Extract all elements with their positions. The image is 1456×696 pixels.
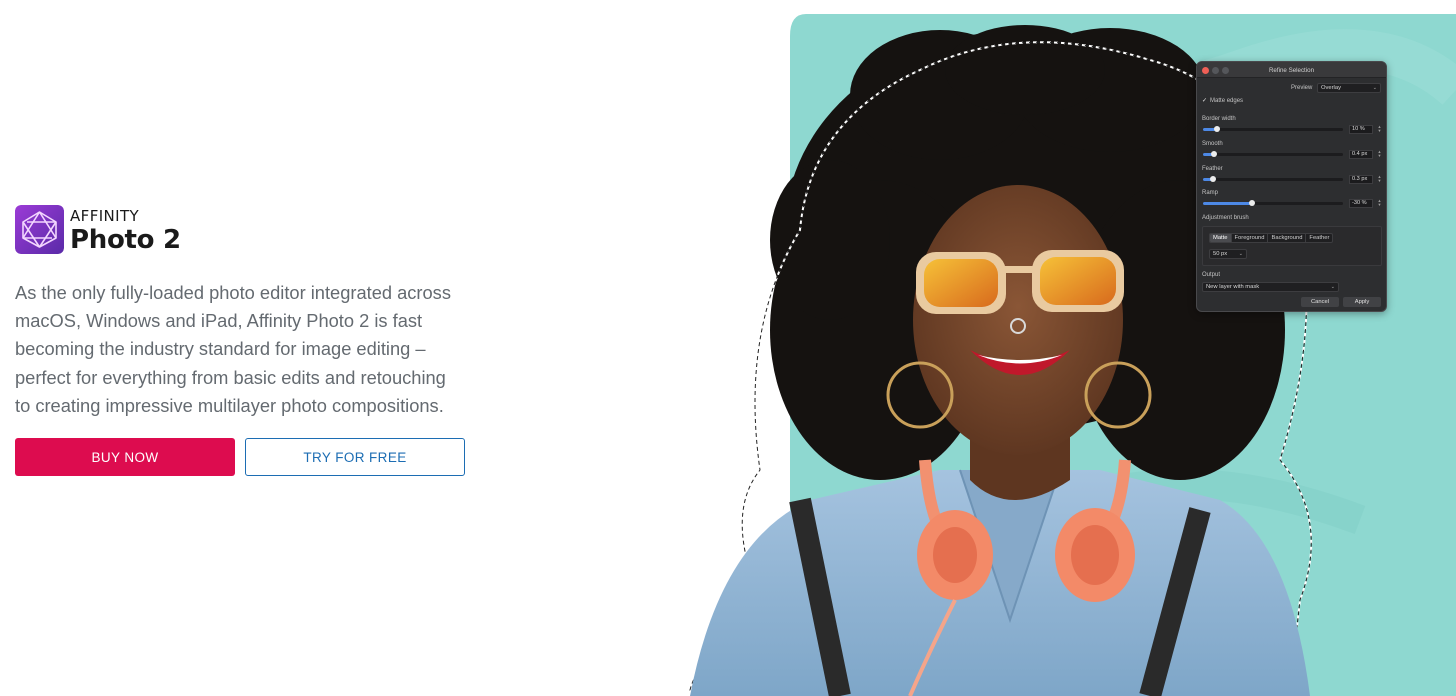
brush-size-dropdown[interactable]: 50 px ⌄ [1209, 249, 1247, 259]
checkmark-icon: ✓ [1202, 98, 1208, 104]
ramp-label: Ramp [1202, 190, 1219, 196]
adjustment-brush-label: Adjustment brush [1202, 215, 1249, 221]
logo-wordmark: AFFINITY Photo 2 [70, 207, 181, 253]
logo-brand: AFFINITY [70, 206, 140, 225]
brush-mode-background[interactable]: Background [1268, 234, 1307, 242]
try-for-free-button[interactable]: TRY FOR FREE [245, 438, 465, 476]
smooth-slider[interactable] [1203, 151, 1343, 157]
brush-size-value: 50 px [1213, 251, 1228, 257]
dialog-title-bar: Refine Selection [1197, 62, 1386, 78]
brush-mode-matte[interactable]: Matte [1210, 234, 1232, 242]
hero-description-line: becoming the industry standard for image… [15, 338, 426, 360]
adjustment-brush-panel: Matte Foreground Background Feather 50 p… [1202, 226, 1382, 266]
ramp-value[interactable]: -30 % [1349, 199, 1373, 208]
hero-description: As the only fully-loaded photo editor in… [15, 279, 475, 420]
stepper-down-icon[interactable]: ▼ [1378, 153, 1382, 158]
chevron-down-icon: ⌄ [1330, 284, 1335, 290]
ramp-slider[interactable] [1203, 200, 1343, 206]
feather-value[interactable]: 0.3 px [1349, 175, 1373, 184]
preview-dropdown[interactable]: Overlay ⌄ [1317, 83, 1381, 93]
output-dropdown[interactable]: New layer with mask ⌄ [1202, 282, 1339, 292]
slider-fill [1203, 202, 1252, 205]
preview-label: Preview [1291, 85, 1313, 91]
cancel-button[interactable]: Cancel [1301, 297, 1339, 307]
apply-button[interactable]: Apply [1343, 297, 1381, 307]
smooth-stepper[interactable]: ▲ ▼ [1377, 150, 1382, 159]
slider-knob[interactable] [1249, 200, 1255, 206]
slider-knob[interactable] [1214, 126, 1220, 132]
affinity-photo-logo-icon [15, 205, 64, 254]
hero-description-line: macOS, Windows and iPad, Affinity Photo … [15, 310, 423, 332]
brush-mode-feather[interactable]: Feather [1306, 234, 1332, 242]
hero-description-line: As the only fully-loaded photo editor in… [15, 282, 451, 303]
stepper-down-icon[interactable]: ▼ [1378, 128, 1382, 133]
preview-dropdown-value: Overlay [1321, 85, 1341, 91]
buy-now-button[interactable]: BUY NOW [15, 438, 235, 476]
brush-mode-segmented-control[interactable]: Matte Foreground Background Feather [1209, 233, 1334, 243]
chevron-down-icon: ⌄ [1238, 251, 1243, 257]
brush-mode-foreground[interactable]: Foreground [1232, 234, 1269, 242]
matte-edges-label: Matte edges [1210, 97, 1244, 104]
slider-knob[interactable] [1211, 151, 1218, 157]
slider-knob[interactable] [1209, 176, 1216, 182]
chevron-down-icon: ⌄ [1372, 85, 1377, 91]
border-width-stepper[interactable]: ▲ ▼ [1377, 125, 1382, 134]
dialog-title: Refine Selection [1268, 67, 1315, 74]
output-label: Output [1202, 272, 1221, 278]
feather-stepper[interactable]: ▲ ▼ [1377, 175, 1382, 184]
ramp-stepper[interactable]: ▲ ▼ [1377, 199, 1382, 208]
feather-slider[interactable] [1203, 176, 1343, 182]
refine-selection-dialog: Refine Selection Preview Overlay ⌄ ✓ Mat… [1196, 61, 1387, 312]
hero-description-line: perfect for everything from basic edits … [15, 366, 446, 388]
smooth-value[interactable]: 0.4 px [1349, 150, 1373, 159]
feather-label: Feather [1202, 166, 1223, 172]
affinity-photo-logo[interactable]: AFFINITY Photo 2 [15, 205, 181, 254]
hero-description-line: to creating impressive multilayer photo … [15, 394, 444, 416]
stepper-down-icon[interactable]: ▼ [1378, 178, 1382, 183]
matte-edges-checkbox[interactable]: ✓ Matte edges [1202, 97, 1244, 105]
stepper-down-icon[interactable]: ▼ [1378, 202, 1382, 207]
logo-product-name: Photo 2 [70, 224, 181, 255]
border-width-label: Border width [1202, 116, 1236, 122]
output-dropdown-value: New layer with mask [1206, 284, 1260, 290]
border-width-slider[interactable] [1203, 126, 1343, 132]
border-width-value[interactable]: 10 % [1349, 125, 1373, 134]
smooth-label: Smooth [1202, 141, 1223, 147]
